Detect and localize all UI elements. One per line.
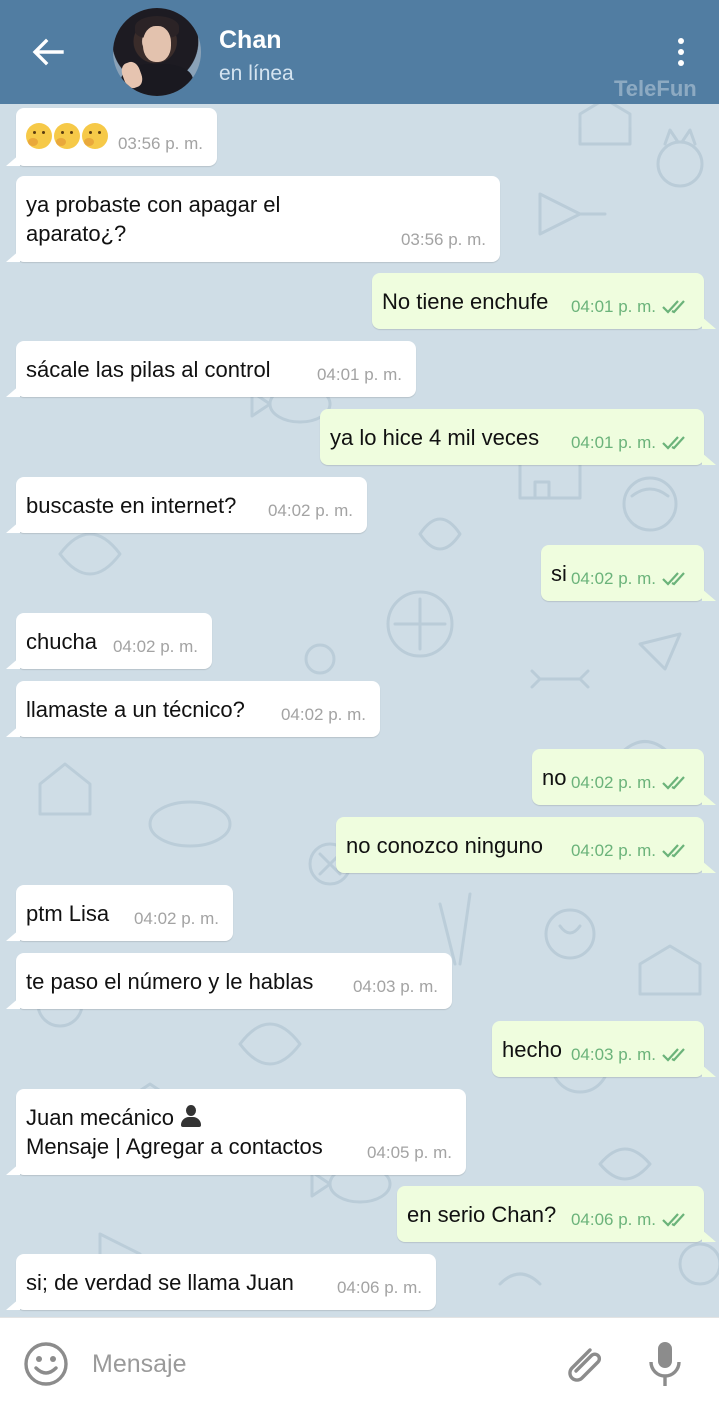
message-time: 04:03 p. m. [352,977,438,996]
back-button[interactable] [22,30,74,74]
message-composer [0,1317,719,1409]
chat-title[interactable]: Chan [219,26,282,55]
double-check-icon [662,299,685,314]
message-text: te paso el número y le hablas [26,969,314,994]
message-outgoing[interactable]: ya lo hice 4 mil veces 04:01 p. m. [320,409,716,465]
message-time: 04:02 p. m. [280,705,366,724]
message-input[interactable] [92,1344,532,1384]
message-incoming[interactable]: buscaste en internet? 04:02 p. m. [6,477,367,533]
attach-button[interactable] [560,1340,608,1388]
message-time: 04:06 p. m. [571,1205,690,1234]
message-text: llamaste a un técnico? [26,697,245,722]
message-incoming[interactable]: te paso el número y le hablas 04:03 p. m… [6,953,452,1009]
message-list[interactable]: 03:56 p. m. ya probaste con apagar el ap… [0,104,719,1317]
message-outgoing[interactable]: No tiene enchufe 04:01 p. m. [372,273,716,329]
message-outgoing[interactable]: en serio Chan? 04:06 p. m. [397,1186,716,1242]
contact-name: Juan mecánico [26,1103,456,1132]
message-text-line: ya probaste con apagar el [26,192,281,217]
message-time: 04:02 p. m. [571,564,690,593]
message-time: 03:56 p. m. [117,134,203,153]
message-time: 04:02 p. m. [112,637,198,656]
watermark: TeleFun [614,76,697,101]
arrow-left-icon [32,38,64,66]
message-time: 03:56 p. m. [400,230,486,249]
thinking-face-icon [82,123,108,150]
emoji-button[interactable] [22,1340,70,1388]
message-time: 04:01 p. m. [571,428,690,457]
message-text: No tiene enchufe [382,289,549,314]
message-time: 04:02 p. m. [571,768,690,797]
thinking-face-icon [54,123,80,150]
message-text: sácale las pilas al control [26,357,271,382]
message-incoming[interactable]: chucha 04:02 p. m. [6,613,212,669]
microphone-icon [649,1342,681,1386]
more-menu-button[interactable] [664,30,698,74]
double-check-icon [662,571,685,586]
contact-message[interactable]: Juan mecánico Mensaje | Agregar a contac… [6,1089,466,1175]
avatar[interactable] [113,8,201,96]
chat-header: Chan en línea TeleFun [0,0,719,104]
double-check-icon [662,1047,685,1062]
message-time: 04:06 p. m. [336,1278,422,1297]
online-status: en línea [219,62,294,85]
message-text: en serio Chan? [407,1202,557,1227]
message-text: ptm Lisa [26,901,110,926]
paperclip-icon [568,1348,602,1382]
message-text: chucha [26,629,97,654]
message-time: 04:02 p. m. [133,909,219,928]
double-check-icon [662,1212,685,1227]
message-text: no conozco ninguno [346,833,543,858]
double-check-icon [662,775,685,790]
smiley-icon [24,1342,68,1386]
message-time: 04:05 p. m. [366,1143,452,1162]
message-time: 04:01 p. m. [571,292,690,321]
message-incoming[interactable]: sácale las pilas al control 04:01 p. m. [6,341,416,397]
message-outgoing[interactable]: no 04:02 p. m. [532,749,716,805]
message-time: 04:01 p. m. [316,365,402,384]
message-time: 04:02 p. m. [267,501,353,520]
double-check-icon [662,435,685,450]
message-time: 04:03 p. m. [571,1040,690,1069]
message-text: si [551,561,567,586]
message-incoming[interactable]: si; de verdad se llama Juan 04:06 p. m. [6,1254,436,1310]
message-outgoing[interactable]: no conozco ninguno 04:02 p. m. [336,817,716,873]
thinking-face-icon [26,123,52,150]
message-outgoing[interactable]: hecho 04:03 p. m. [492,1021,716,1077]
message-outgoing[interactable]: si 04:02 p. m. [541,545,716,601]
message-text: no [542,765,567,790]
message-incoming[interactable]: 03:56 p. m. [6,108,217,166]
double-check-icon [662,843,685,858]
message-text: buscaste en internet? [26,493,237,518]
message-text: hecho [502,1037,562,1062]
message-text: ya lo hice 4 mil veces [330,425,540,450]
message-time: 04:02 p. m. [571,836,690,865]
message-text [26,122,110,150]
microphone-button[interactable] [643,1338,687,1390]
message-incoming[interactable]: ptm Lisa 04:02 p. m. [6,885,233,941]
message-incoming[interactable]: llamaste a un técnico? 04:02 p. m. [6,681,380,737]
person-icon [180,1105,202,1127]
message-incoming[interactable]: ya probaste con apagar el aparato¿? 03:5… [6,176,500,262]
more-vertical-icon [678,38,684,44]
message-text: si; de verdad se llama Juan [26,1270,294,1295]
